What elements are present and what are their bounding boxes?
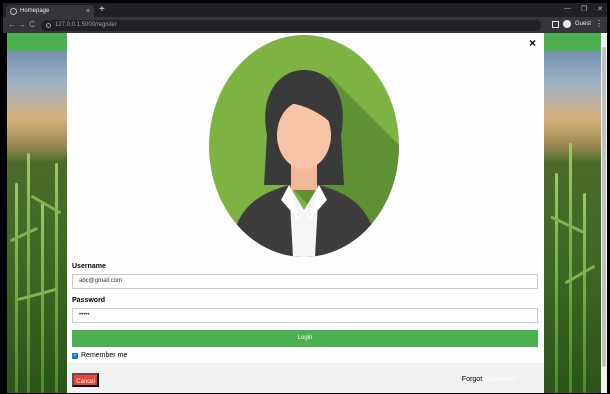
corn-stalk (583, 193, 586, 393)
corn-stalk (569, 143, 572, 393)
remember-label: Remember me (81, 352, 128, 359)
lock-icon (46, 22, 51, 28)
extensions-icon[interactable] (551, 20, 559, 28)
address-bar[interactable]: 127.0.0.1:5000/register (41, 19, 541, 31)
browser-window: Homepage × + — ❐ ✕ ← → C 127.0.0.1:5000/… (3, 3, 607, 33)
forgot-password-link[interactable]: password? (484, 376, 518, 383)
new-tab-button[interactable]: + (99, 5, 105, 15)
avatar (209, 35, 399, 257)
username-label: Username (72, 263, 106, 270)
cancel-button[interactable]: Cancel (72, 373, 99, 387)
tab-strip: Homepage × + — ❐ ✕ (3, 3, 607, 17)
url-text: 127.0.0.1:5000/register (55, 22, 117, 28)
login-modal: × Username abc@gmail.com Password ••••• … (67, 33, 544, 393)
corn-stalk (15, 183, 18, 393)
corn-stalk (55, 163, 58, 393)
login-button[interactable]: Login (72, 330, 538, 347)
close-icon[interactable]: × (529, 37, 536, 49)
remember-checkbox[interactable]: ✓ (72, 352, 78, 359)
password-label: Password (72, 297, 106, 304)
browser-toolbar: ← → C 127.0.0.1:5000/register Guest ⋮ (3, 17, 607, 33)
maximize-button[interactable]: ❐ (581, 5, 587, 13)
password-input[interactable]: ••••• (72, 308, 538, 323)
corn-stalk (27, 153, 30, 393)
globe-icon (10, 7, 17, 15)
page-scrollbar[interactable] (601, 33, 607, 393)
tab-homepage[interactable]: Homepage × (6, 5, 94, 17)
login-form: Username abc@gmail.com Password ••••• Lo… (72, 262, 538, 359)
check-icon: ✓ (72, 352, 78, 359)
forgot-label: Forgot (461, 376, 483, 383)
minimize-button[interactable]: — (564, 5, 571, 13)
modal-footer: Cancel Forgot password? (67, 363, 544, 393)
menu-icon[interactable]: ⋮ (595, 20, 603, 28)
window-controls: — ❐ ✕ (564, 5, 603, 13)
reload-button[interactable]: C (27, 20, 37, 30)
forward-button[interactable]: → (17, 20, 27, 30)
username-input[interactable]: abc@gmail.com (72, 274, 538, 289)
forgot-text: Forgot password? (462, 376, 518, 383)
scroll-thumb[interactable] (602, 47, 606, 367)
toolbar-right: Guest ⋮ (551, 20, 603, 28)
corn-stalk (41, 203, 44, 393)
window-close-button[interactable]: ✕ (597, 5, 603, 13)
remember-row: ✓ Remember me (72, 352, 538, 359)
profile-icon[interactable] (562, 20, 571, 28)
page-viewport: × Username abc@gmail.com Password ••••• … (7, 33, 607, 393)
corn-stalk (555, 173, 558, 393)
profile-label[interactable]: Guest (575, 21, 591, 27)
tab-title: Homepage (20, 8, 50, 14)
back-button[interactable]: ← (7, 20, 17, 30)
tab-close-icon[interactable]: × (86, 8, 90, 15)
corn-leaf (17, 287, 57, 302)
